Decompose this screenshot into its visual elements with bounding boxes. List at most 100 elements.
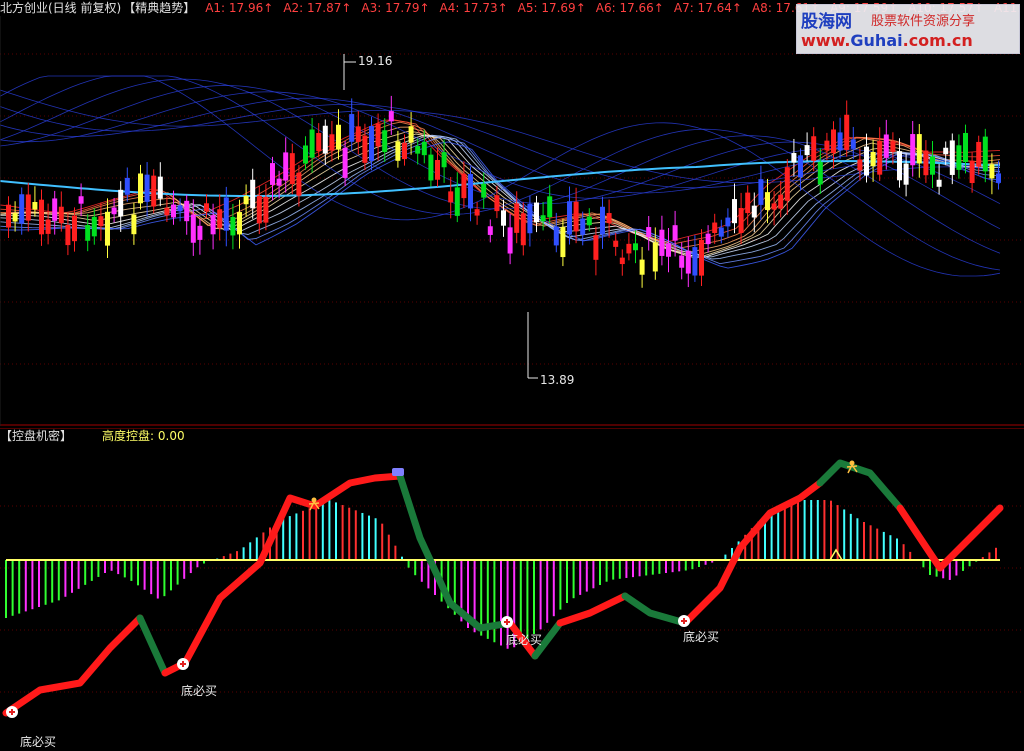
candle-body: [369, 126, 374, 161]
sell-signal-icon: [849, 460, 855, 466]
candle-body: [164, 207, 170, 216]
candle-body: [388, 111, 394, 122]
control-curve: [136, 614, 169, 677]
candle-body: [646, 227, 652, 237]
candle-body: [316, 133, 322, 152]
candle-body: [408, 126, 414, 143]
candle-body: [375, 123, 381, 147]
candle-body: [811, 136, 817, 161]
candle-body: [857, 159, 863, 171]
stock-title: 北方创业(日线 前复权): [0, 1, 122, 15]
candle-body: [204, 203, 209, 212]
candle-body: [507, 227, 513, 254]
candle-body: [956, 145, 962, 170]
ma-line: [0, 135, 1001, 260]
candle-body: [111, 207, 117, 215]
candlestick-chart[interactable]: [0, 16, 1024, 426]
candle-body: [263, 196, 269, 223]
candle-body: [223, 197, 229, 231]
candle-body: [441, 152, 447, 168]
candle-body: [151, 175, 157, 207]
ma-value-5: A5: 17.69↑: [517, 1, 586, 15]
buy-label: 底必买: [683, 630, 720, 644]
candle-body: [969, 160, 975, 184]
candle-body: [39, 199, 44, 235]
buy-label: 底必买: [506, 633, 543, 647]
candle-body: [685, 250, 691, 274]
envelope-line: [0, 75, 1001, 277]
candle-body: [553, 226, 559, 246]
candle-body: [362, 135, 368, 163]
indicator-chart[interactable]: [0, 428, 1024, 751]
candle-body: [930, 156, 935, 175]
ma-value-2: A2: 17.87↑: [283, 1, 352, 15]
ma-value-7: A7: 17.64↑: [673, 1, 742, 15]
candle-body: [666, 243, 671, 257]
candle-body: [58, 206, 64, 224]
candle-body: [322, 125, 328, 154]
candle-body: [243, 195, 249, 205]
watermark-logo: 股海网 股票软件资源分享 www.Guhai.com.cn: [796, 4, 1020, 54]
buy-label: 底必买: [181, 684, 218, 698]
candle-body: [124, 177, 130, 195]
candle-body: [501, 210, 506, 226]
candle-body: [144, 174, 150, 202]
candle-body: [883, 134, 889, 158]
candle-body: [448, 191, 454, 203]
candle-body: [540, 215, 546, 222]
candle-body: [118, 189, 124, 217]
ma-value-1: A1: 17.96↑: [205, 1, 274, 15]
candle-body: [309, 129, 315, 158]
low-price-label: 13.89: [540, 373, 575, 387]
candle-body: [804, 145, 810, 156]
candle-body: [784, 167, 790, 201]
candle-body: [619, 257, 625, 265]
candle-body: [778, 194, 784, 209]
candle-body: [237, 212, 242, 235]
candle-body: [435, 159, 440, 180]
candle-body: [402, 142, 407, 160]
candle-body: [897, 151, 902, 181]
candle-body: [468, 173, 473, 209]
candle-body: [751, 205, 757, 218]
candle-body: [626, 243, 632, 254]
candle-body: [25, 194, 31, 221]
candle-body: [850, 139, 856, 149]
candle-body: [138, 173, 143, 204]
candle-body: [943, 147, 949, 155]
candle-body: [520, 213, 526, 246]
candle-body: [949, 140, 955, 175]
sell-signal-icon: [311, 497, 317, 503]
candle-body: [600, 206, 605, 235]
candle-body: [633, 243, 638, 251]
candle-body: [791, 153, 797, 163]
candle-body: [91, 216, 97, 237]
candle-body: [718, 227, 724, 237]
watermark-slogan: 股票软件资源分享: [871, 14, 976, 29]
candle-body: [78, 196, 84, 204]
candle-body: [329, 134, 335, 151]
candle-body: [738, 208, 744, 233]
candle-body: [606, 213, 612, 224]
candle-body: [514, 203, 520, 233]
control-curve: [556, 592, 629, 627]
top-cup-icon: [392, 468, 404, 476]
watermark-site-name: 股海网: [801, 12, 852, 32]
candle-body: [758, 179, 764, 205]
candle-body: [705, 233, 711, 245]
ma-line: [0, 134, 1001, 258]
candle-body: [672, 225, 678, 241]
candle-body: [923, 150, 929, 176]
candle-body: [732, 199, 737, 224]
candle-body: [461, 173, 467, 199]
candle-body: [210, 215, 216, 235]
candle-body: [824, 140, 830, 151]
candle-body: [131, 214, 137, 235]
control-curve: [621, 592, 689, 627]
candle-body: [355, 126, 361, 142]
candle-body: [296, 172, 302, 196]
candle-body: [171, 204, 176, 218]
indicator-name[interactable]: 【精典趋势】: [123, 1, 195, 15]
candle-body: [527, 203, 533, 234]
buy-label: 底必买: [20, 735, 57, 749]
